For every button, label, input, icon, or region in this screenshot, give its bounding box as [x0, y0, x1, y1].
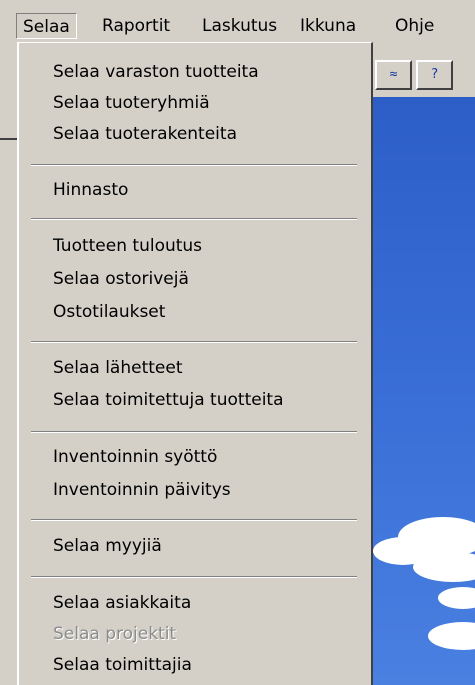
help-icon[interactable]: ?	[416, 60, 453, 90]
menu-item-selaa-toimittajia[interactable]: Selaa toimittajia	[19, 650, 371, 680]
menu-item-selaa-tuoteryhmia[interactable]: Selaa tuoteryhmiä	[19, 88, 371, 118]
menu-item-selaa-varaston-tuotteita[interactable]: Selaa varaston tuotteita	[19, 57, 371, 87]
menu-item-selaa-toimitettuja-tuotteita[interactable]: Selaa toimitettuja tuotteita	[19, 385, 371, 415]
window-left-edge	[0, 42, 17, 685]
menu-item-selaa-ostoriveja[interactable]: Selaa ostorivejä	[19, 264, 371, 294]
menu-item-tuotteen-tuloutus[interactable]: Tuotteen tuloutus	[19, 231, 371, 261]
menu-item-inventoinnin-paivitys[interactable]: Inventoinnin päivitys	[19, 475, 371, 505]
desktop-sky-background	[368, 97, 475, 685]
menu-separator	[31, 341, 357, 343]
menu-laskutus[interactable]: Laskutus	[196, 13, 283, 39]
menu-ohje[interactable]: Ohje	[389, 13, 440, 39]
menu-bar: Selaa Raportit Laskutus Ikkuna Ohje	[0, 0, 475, 42]
menu-item-ostotilaukset[interactable]: Ostotilaukset	[19, 297, 371, 327]
menu-item-selaa-lahetteet[interactable]: Selaa lähetteet	[19, 353, 371, 383]
menu-item-selaa-myyjia[interactable]: Selaa myyjiä	[19, 531, 371, 561]
menu-separator	[31, 218, 357, 220]
selaa-dropdown-menu: Selaa varaston tuotteita Selaa tuoteryhm…	[17, 42, 373, 685]
cloud	[413, 552, 475, 582]
toolbar-button-1[interactable]: ≈	[375, 60, 412, 90]
menu-selaa[interactable]: Selaa	[16, 13, 77, 39]
menu-raportit[interactable]: Raportit	[96, 13, 176, 39]
menu-item-selaa-projektit: Selaa projektit	[53, 624, 177, 644]
divider	[0, 138, 17, 140]
menu-ikkuna[interactable]: Ikkuna	[294, 13, 362, 39]
menu-separator	[31, 576, 357, 578]
cloud	[438, 587, 475, 609]
menu-separator	[31, 164, 357, 166]
menu-separator	[31, 431, 357, 433]
menu-separator	[31, 519, 357, 521]
menu-item-inventoinnin-syotto[interactable]: Inventoinnin syöttö	[19, 442, 371, 472]
menu-item-selaa-asiakkaita[interactable]: Selaa asiakkaita	[19, 588, 371, 618]
menu-item-hinnasto[interactable]: Hinnasto	[19, 175, 371, 205]
cloud	[428, 622, 475, 650]
menu-item-selaa-tuoterakenteita[interactable]: Selaa tuoterakenteita	[19, 119, 371, 149]
toolbar: ≈ ?	[368, 42, 475, 97]
